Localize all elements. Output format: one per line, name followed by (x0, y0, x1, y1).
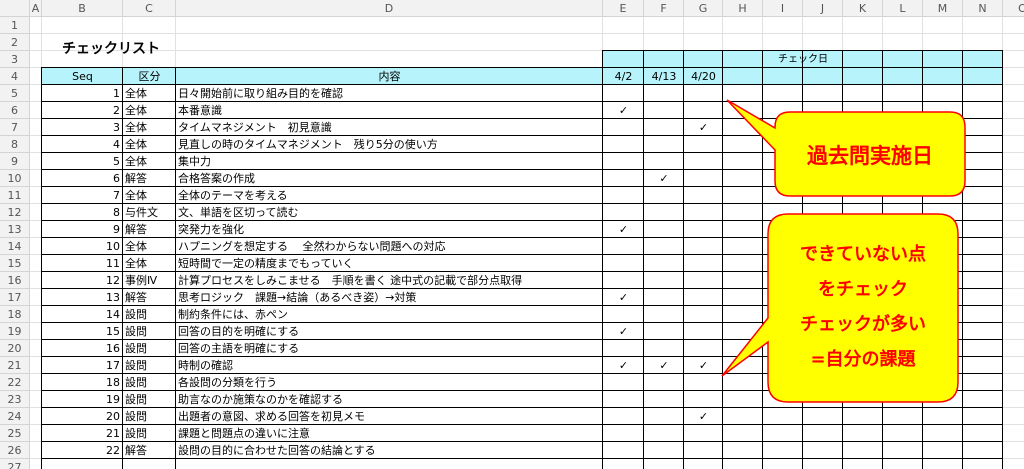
checklist-callout-line: できていない点 (800, 243, 926, 265)
checklist-callout-line: チェックが多い (800, 313, 926, 335)
past-exam-callout-text: 過去問実施日 (807, 144, 933, 168)
checklist-callout-line: をチェック (818, 279, 908, 300)
callout-layer: 過去問実施日できていない点をチェックチェックが多い =自分の課題 (721, 99, 966, 403)
checklist-callout-line: =自分の課題 (810, 348, 916, 370)
checklist-callout[interactable] (721, 213, 959, 403)
spreadsheet[interactable]: A B C D E F G H I J K L M N O 1 2 3 4 5 6 7 8 9 10 11 12 13 14 15 16 17… (0, 0, 1024, 469)
